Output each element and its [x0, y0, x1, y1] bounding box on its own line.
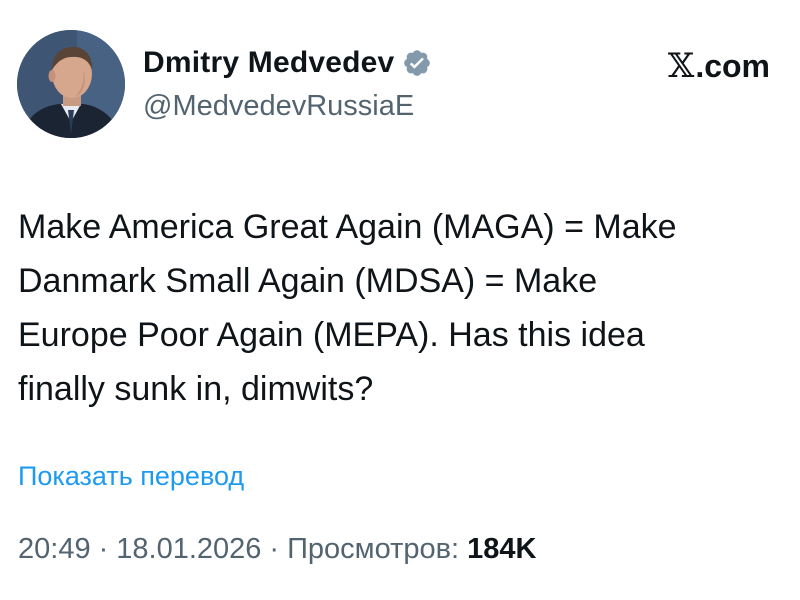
- tweet-text: Make America Great Again (MAGA) = Make D…: [18, 208, 677, 408]
- views-label: Просмотров:: [287, 533, 460, 565]
- x-logo-icon: 𝕏: [667, 46, 695, 86]
- site-label: 𝕏 .com: [668, 46, 770, 86]
- tweet-card: Dmitry Medvedev @MedvedevRussiaE 𝕏 .com …: [0, 0, 800, 600]
- meta-separator: ·: [269, 533, 280, 565]
- author-name-row: Dmitry Medvedev: [143, 46, 432, 80]
- verified-badge-icon: [402, 48, 432, 78]
- author-handle[interactable]: @MedvedevRussiaE: [143, 90, 414, 123]
- avatar-portrait-icon: [17, 30, 125, 138]
- tweet-meta: 20:49 · 18.01.2026 · Просмотров: 184K: [18, 533, 536, 566]
- site-domain-text: .com: [695, 48, 770, 84]
- meta-separator: ·: [98, 533, 109, 565]
- author-display-name[interactable]: Dmitry Medvedev: [143, 46, 394, 80]
- show-translation-link[interactable]: Показать перевод: [18, 461, 244, 492]
- avatar[interactable]: [17, 30, 125, 138]
- tweet-time[interactable]: 20:49: [18, 533, 91, 566]
- tweet-date[interactable]: 18.01.2026: [116, 533, 261, 566]
- views-count[interactable]: 184K: [467, 533, 536, 566]
